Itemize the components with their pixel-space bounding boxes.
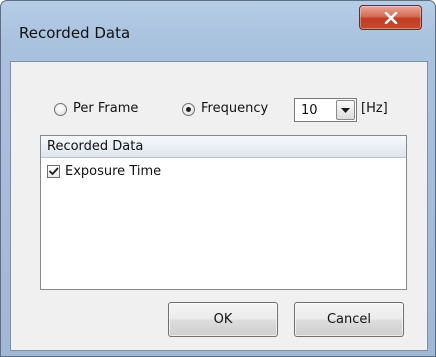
- close-button[interactable]: [359, 5, 422, 30]
- window-title: Recorded Data: [19, 24, 131, 42]
- frequency-unit: [Hz]: [361, 101, 388, 116]
- cancel-button[interactable]: Cancel: [294, 302, 404, 337]
- chevron-down-icon: [341, 103, 350, 118]
- list-item[interactable]: Exposure Time: [41, 162, 406, 184]
- list-header[interactable]: Recorded Data: [41, 136, 406, 158]
- frequency-label[interactable]: Frequency: [201, 101, 268, 116]
- frequency-select[interactable]: 10: [294, 98, 357, 122]
- per-frame-label[interactable]: Per Frame: [73, 101, 138, 116]
- list-header-label: Recorded Data: [47, 139, 144, 154]
- mode-options-row: Per Frame Frequency 10 [Hz]: [11, 94, 427, 124]
- dropdown-button[interactable]: [336, 100, 355, 120]
- frequency-select-value: 10: [301, 103, 318, 118]
- exposure-time-label: Exposure Time: [65, 164, 162, 179]
- recorded-data-list[interactable]: Recorded Data Exposure Time: [40, 135, 407, 290]
- dialog-client-area: Per Frame Frequency 10 [Hz] Recorded Dat…: [10, 61, 428, 351]
- dialog-window: Recorded Data Per Frame Frequency 10 [Hz…: [0, 0, 436, 357]
- exposure-time-checkbox[interactable]: [47, 165, 60, 178]
- ok-button[interactable]: OK: [168, 302, 278, 337]
- per-frame-radio[interactable]: [54, 103, 67, 116]
- frequency-radio[interactable]: [182, 103, 195, 116]
- close-icon: [384, 11, 398, 24]
